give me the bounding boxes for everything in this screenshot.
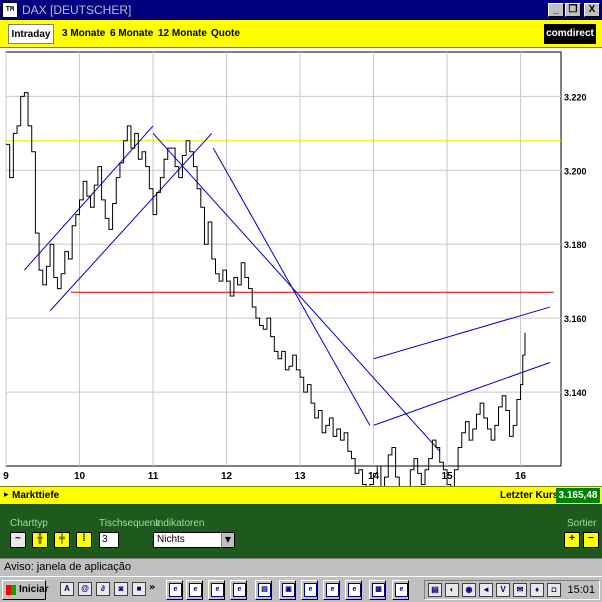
tab-intraday[interactable]: Intraday: [8, 24, 54, 44]
tray-icon-7[interactable]: ♦: [530, 583, 544, 597]
app-icon[interactable]: TM: [2, 2, 18, 18]
x-tick-label: 13: [294, 471, 306, 482]
indicator-select-value: Nichts: [157, 534, 185, 545]
window-icon: e: [189, 583, 202, 597]
tray-icon-2[interactable]: ◐: [445, 583, 459, 597]
plot-area: [5, 51, 562, 467]
x-tick-label: 11: [148, 471, 159, 482]
clock: 15:01: [567, 584, 595, 596]
days-label: Tischsequenz: [99, 518, 161, 529]
x-tick-label: 9: [3, 471, 9, 482]
triangle-right-icon: ▸: [4, 490, 9, 500]
minimize-button[interactable]: _: [548, 3, 564, 17]
sort-remove-icon[interactable]: −: [583, 532, 599, 548]
candle-chart-icon[interactable]: ⁞: [76, 532, 92, 548]
title-bar: TM DAX [DEUTSCHER] _ ❐ X: [0, 0, 602, 20]
acrobat-icon[interactable]: A: [60, 582, 74, 596]
task-button-8[interactable]: e: [323, 580, 340, 600]
control-panel: Charttyp ~ ╫ ╪ ⁞ Tischsequenz Indikatore…: [0, 504, 602, 558]
x-tick-label: 16: [515, 471, 527, 482]
app-icon-2[interactable]: ■: [132, 582, 146, 596]
tab-6-monate[interactable]: 6 Monate: [110, 24, 153, 44]
media-icon[interactable]: ◙: [114, 582, 128, 596]
window-icon: e: [169, 583, 182, 597]
tray-icon-3[interactable]: ◉: [462, 583, 476, 597]
task-button-5[interactable]: ▤: [255, 580, 272, 600]
status-text: Aviso: janela de aplicação: [4, 561, 131, 573]
window-icon: ▤: [258, 583, 271, 597]
indicator-select[interactable]: Nichts ▼: [153, 532, 235, 548]
window-icon: e: [211, 583, 224, 597]
tab-quote[interactable]: Quote: [211, 24, 240, 44]
chart-canvas: 9 10 11 12 13 14 15 163.1403.1603.1803.2003.220: [3, 51, 587, 486]
info-bar: ▸ Markttiefe Letzter Kurs 3.165,48: [0, 486, 602, 504]
close-button[interactable]: X: [584, 3, 600, 17]
sort-label: Sortier: [567, 518, 597, 529]
speaker-icon[interactable]: ◄: [479, 583, 493, 597]
window-title: DAX [DEUTSCHER]: [22, 3, 132, 17]
y-tick-label: 3.220: [564, 92, 587, 102]
task-button-11[interactable]: e: [392, 580, 409, 600]
last-price-value: 3.165,48: [556, 488, 600, 503]
bar-chart-icon[interactable]: ╫: [32, 532, 48, 548]
window-icon: e: [304, 583, 317, 597]
status-bar: Aviso: janela de aplicação: [0, 558, 602, 576]
price-chart: 9 10 11 12 13 14 15 16 3.140 3.160 3.180 3.200 3.220: [0, 48, 602, 486]
restore-button[interactable]: ❐: [565, 3, 581, 17]
window-icon: ▣: [282, 583, 295, 597]
window-icon: e: [233, 583, 246, 597]
task-button-3[interactable]: e: [208, 580, 225, 600]
windows-logo-icon: [6, 585, 16, 595]
clip-icon[interactable]: ∂: [96, 582, 110, 596]
ohlc-chart-icon[interactable]: ╪: [54, 532, 70, 548]
task-button-7[interactable]: e: [301, 580, 318, 600]
window-icon: ▦: [372, 583, 385, 597]
chevron-down-icon[interactable]: ▼: [221, 533, 234, 547]
window-icon: e: [395, 583, 408, 597]
task-button-1[interactable]: e: [166, 580, 183, 600]
start-button[interactable]: Iniciar: [2, 580, 49, 600]
x-tick-label: 12: [221, 471, 233, 482]
window-icon: e: [326, 583, 339, 597]
tray-icon-5[interactable]: V: [496, 583, 510, 597]
system-tray: ▤ ◐ ◉ ◄ V ✉ ♦ ◘ 15:01: [424, 580, 600, 600]
brand-logo: comdirect: [544, 24, 596, 44]
x-tick-label: 10: [74, 471, 86, 482]
task-button-4[interactable]: e: [230, 580, 247, 600]
tray-icon-6[interactable]: ✉: [513, 583, 527, 597]
days-input[interactable]: 3: [99, 532, 119, 548]
task-button-9[interactable]: e: [345, 580, 362, 600]
period-tab-bar: Intraday 3 Monate 6 Monate 12 Monate Quo…: [0, 20, 602, 48]
chart-type-label: Charttyp: [10, 518, 48, 529]
y-tick-label: 3.160: [564, 314, 587, 324]
start-label: Iniciar: [19, 584, 49, 595]
y-tick-label: 3.180: [564, 240, 587, 250]
taskbar: Iniciar A @ ∂ ◙ ■ » e e e e ▤ ▣ e e e ▦ …: [0, 576, 602, 602]
y-tick-label: 3.200: [564, 166, 587, 176]
y-tick-label: 3.140: [564, 388, 587, 398]
window-icon: e: [348, 583, 361, 597]
line-chart-icon[interactable]: ~: [10, 532, 26, 548]
market-depth-link[interactable]: Markttiefe: [12, 490, 59, 501]
tab-12-monate[interactable]: 12 Monate: [158, 24, 207, 44]
tray-icon-1[interactable]: ▤: [428, 583, 442, 597]
task-button-6[interactable]: ▣: [279, 580, 296, 600]
tab-3-monate[interactable]: 3 Monate: [62, 24, 105, 44]
task-button-2[interactable]: e: [186, 580, 203, 600]
indicator-label: Indikatoren: [155, 518, 205, 529]
task-button-10[interactable]: ▦: [369, 580, 386, 600]
sort-add-icon[interactable]: +: [564, 532, 580, 548]
tray-icon-8[interactable]: ◘: [547, 583, 561, 597]
mail-icon[interactable]: @: [78, 582, 92, 596]
last-price-label: Letzter Kurs: [500, 490, 559, 501]
chevron-right-icon[interactable]: »: [149, 582, 155, 593]
